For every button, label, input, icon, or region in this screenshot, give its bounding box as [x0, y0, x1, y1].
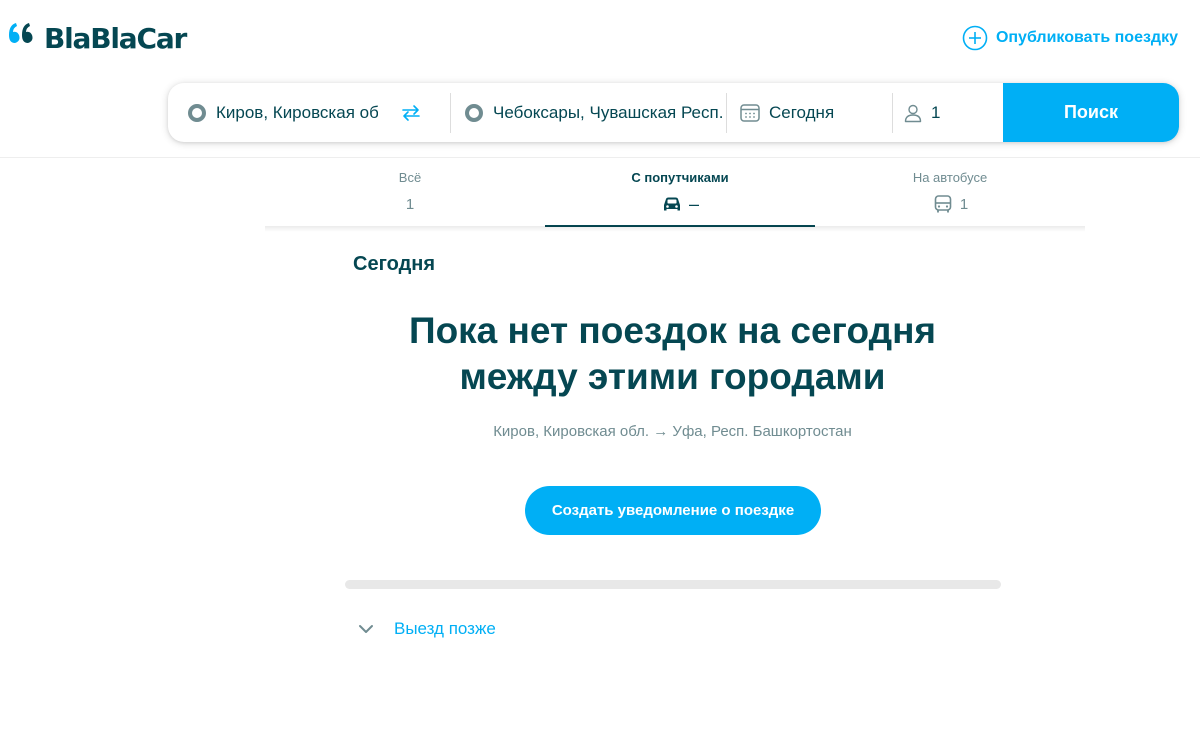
tab-carpool-count: – [688, 193, 699, 214]
destination-circle-icon [465, 103, 483, 122]
tabs-shadow [265, 226, 1085, 232]
passengers-field[interactable]: 1 [893, 83, 1003, 142]
passengers-value: 1 [931, 102, 941, 122]
empty-state-title: Пока нет поездок на сегодня между этими … [300, 308, 1045, 400]
route-summary: Киров, Кировская обл. → Уфа, Респ. Башко… [493, 423, 852, 440]
tab-all[interactable]: Всё 1 [275, 158, 545, 227]
person-icon [904, 104, 922, 122]
empty-state-title-line2: между этими городами [459, 356, 886, 397]
empty-state-title-line1: Пока нет поездок на сегодня [408, 310, 937, 351]
section-divider-bar [345, 580, 1001, 589]
to-input[interactable]: Чебоксары, Чувашская Респ. [493, 103, 723, 123]
tab-carpool-label: С попутчиками [631, 170, 729, 185]
tab-all-count: 1 [405, 195, 415, 213]
tab-bus-label: На автобусе [912, 170, 988, 185]
chevron-down-icon [359, 625, 373, 633]
publish-ride-button[interactable]: Опубликовать поездку [962, 25, 1178, 51]
from-input[interactable]: Киров, Кировская обл. [216, 103, 378, 123]
swap-icon[interactable] [400, 103, 422, 123]
create-alert-button[interactable]: Создать уведомление о поездке [525, 486, 821, 535]
publish-ride-label: Опубликовать поездку [995, 29, 1178, 46]
tab-bus-count: 1 [959, 195, 969, 213]
later-departure-toggle[interactable]: Выезд позже [356, 619, 496, 639]
tab-carpool[interactable]: С попутчиками – [545, 158, 815, 227]
search-button[interactable]: Поиск [1003, 83, 1179, 142]
date-value: Сегодня [769, 102, 835, 122]
later-departure-label: Выезд позже [394, 619, 496, 638]
logo-text: BlaBlaCar [44, 21, 187, 55]
ride-type-tabs: Всё 1 С попутчиками – На автобусе 1 [275, 158, 1085, 227]
tab-bus[interactable]: На автобусе 1 [815, 158, 1085, 227]
to-field[interactable]: Чебоксары, Чувашская Респ. [451, 83, 727, 142]
day-heading: Сегодня [353, 253, 436, 275]
blablacar-logo-icon [6, 21, 42, 55]
blablacar-logo[interactable]: BlaBlaCar [6, 18, 187, 58]
bus-icon [934, 195, 952, 213]
plus-circle-icon [962, 25, 988, 51]
tab-all-label: Всё [398, 170, 422, 185]
date-field[interactable]: Сегодня [727, 83, 893, 142]
from-field[interactable]: Киров, Кировская обл. [168, 83, 451, 142]
calendar-icon [740, 103, 760, 122]
search-bar: Киров, Кировская обл. Чебоксары, Чувашск… [168, 83, 1179, 142]
origin-circle-icon [188, 103, 206, 122]
car-icon [663, 197, 680, 211]
